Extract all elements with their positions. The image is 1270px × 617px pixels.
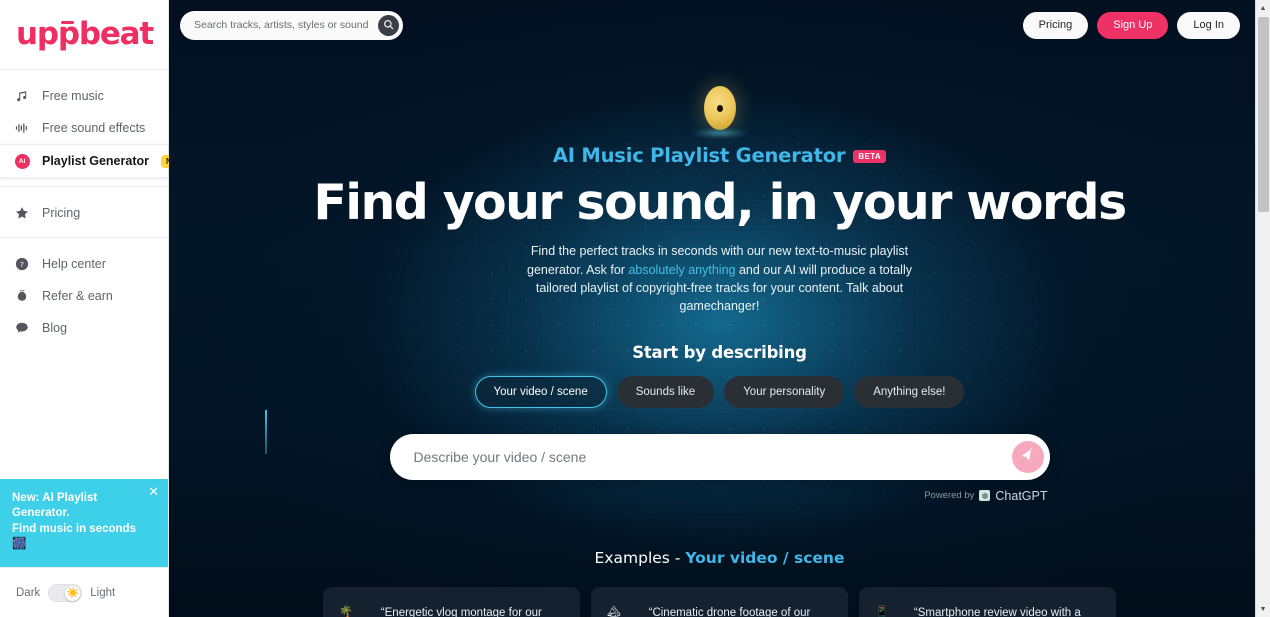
search-box[interactable] xyxy=(180,10,403,40)
hero-subtitle: AI Music Playlist Generator xyxy=(552,144,846,167)
tab-sounds-like[interactable]: Sounds like xyxy=(616,375,715,408)
tab-your-video-scene[interactable]: Your video / scene xyxy=(474,375,607,408)
hero-description: Find the perfect tracks in seconds with … xyxy=(520,242,920,315)
logo[interactable]: uppbeat xyxy=(0,0,168,70)
example-card-text: “Energetic vlog montage for our summer xyxy=(380,606,542,617)
tab-connector-line xyxy=(265,409,267,454)
promo-line-2: Find music in seconds 🎆 xyxy=(12,522,136,551)
mountain-icon: 🏔 xyxy=(607,605,621,617)
prompt-input[interactable] xyxy=(413,448,1012,465)
question-circle-icon: ? xyxy=(14,256,30,272)
absolutely-anything-link[interactable]: absolutely anything xyxy=(628,263,735,277)
promo-line-1: New: AI Playlist Generator. xyxy=(12,491,98,520)
sun-icon: ☀️ xyxy=(65,585,81,601)
page-root: uppbeat Free music Free sound effects AI… xyxy=(0,0,1270,617)
vinyl-record-icon xyxy=(169,76,1270,140)
money-bag-icon xyxy=(14,288,30,304)
ai-badge-text: AI xyxy=(14,153,30,169)
vinyl-disc xyxy=(703,86,736,130)
example-card[interactable]: 📱 “Smartphone review video with a minima… xyxy=(859,586,1116,617)
sidebar-item-help-center[interactable]: ? Help center xyxy=(0,248,168,280)
example-card[interactable]: 🏔 “Cinematic drone footage of our mounta… xyxy=(591,586,848,617)
scroll-up-icon[interactable]: ▲ xyxy=(1255,0,1270,16)
search-input[interactable] xyxy=(194,19,372,31)
smartphone-icon: 📱 xyxy=(875,605,889,617)
scrollbar-thumb[interactable] xyxy=(1257,17,1269,212)
scrollbar-track[interactable] xyxy=(1256,212,1270,601)
start-by-describing-title: Start by describing xyxy=(632,342,807,362)
palm-tree-icon: 🌴 xyxy=(339,605,353,617)
sidebar-nav-tertiary: ? Help center Refer & earn Blog xyxy=(0,237,168,352)
chatgpt-label: ChatGPT xyxy=(995,488,1048,503)
scroll-down-icon[interactable]: ▼ xyxy=(1255,601,1270,617)
powered-by-row: Powered by ChatGPT xyxy=(390,489,1050,503)
logo-macron xyxy=(61,21,74,24)
sidebar: uppbeat Free music Free sound effects AI… xyxy=(0,0,191,617)
tab-anything-else[interactable]: Anything else! xyxy=(854,375,965,408)
sidebar-item-pricing[interactable]: Pricing xyxy=(0,197,168,229)
promo-banner[interactable]: ✕ New: AI Playlist Generator. Find music… xyxy=(0,478,168,567)
theme-dark-label: Dark xyxy=(16,586,41,599)
search-icon xyxy=(383,18,394,33)
sidebar-item-free-music[interactable]: Free music xyxy=(0,80,168,112)
theme-toggle[interactable]: ☀️ xyxy=(48,583,83,602)
pricing-button[interactable]: Pricing xyxy=(1022,11,1089,39)
sidebar-nav-primary: Free music Free sound effects AI Playlis… xyxy=(0,70,191,186)
sidebar-item-free-sound-effects[interactable]: Free sound effects xyxy=(0,112,168,144)
top-bar: Pricing Sign Up Log In xyxy=(169,0,1270,50)
sidebar-item-label: Help center xyxy=(42,257,106,271)
beta-badge: BETA xyxy=(853,150,887,163)
examples-title-prefix: Examples - xyxy=(594,548,686,567)
describe-tabs: Your video / scene Sounds like Your pers… xyxy=(169,375,1270,454)
sidebar-nav-secondary: Pricing xyxy=(0,186,168,237)
close-icon[interactable]: ✕ xyxy=(148,485,159,498)
theme-toggle-row: Dark ☀️ Light xyxy=(0,567,168,617)
paper-plane-icon xyxy=(1021,447,1035,465)
speech-bubble-icon xyxy=(14,320,30,336)
send-button[interactable] xyxy=(1011,440,1044,473)
sidebar-item-refer-earn[interactable]: Refer & earn xyxy=(0,280,168,312)
examples-title: Examples - Your video / scene xyxy=(169,549,1270,567)
logo-text: uppbeat xyxy=(16,16,154,52)
prompt-box[interactable] xyxy=(389,433,1050,480)
theme-light-label: Light xyxy=(90,586,116,599)
star-icon xyxy=(14,205,30,221)
sidebar-item-label: Free music xyxy=(42,89,104,103)
example-cards: 🌴 “Energetic vlog montage for our summer… xyxy=(169,586,1270,617)
prompt-area: Powered by ChatGPT xyxy=(389,433,1050,503)
waveform-icon xyxy=(14,120,30,136)
search-button[interactable] xyxy=(378,14,399,36)
hero-section: AI Music Playlist Generator BETA Find yo… xyxy=(169,50,1270,617)
page-title: Find your sound, in your words xyxy=(313,174,1127,231)
chatgpt-icon xyxy=(979,490,991,502)
example-card-text: “Cinematic drone footage of our mountain… xyxy=(648,606,811,617)
example-card[interactable]: 🌴 “Energetic vlog montage for our summer xyxy=(323,586,580,617)
main-content: Pricing Sign Up Log In AI Music Playlist… xyxy=(169,0,1270,617)
top-actions: Pricing Sign Up Log In xyxy=(1022,11,1240,39)
disc-glow xyxy=(689,128,750,138)
scrollbar[interactable]: ▲ ▼ xyxy=(1255,0,1270,617)
music-note-icon xyxy=(14,88,30,104)
sidebar-item-label: Free sound effects xyxy=(42,121,146,135)
login-button[interactable]: Log In xyxy=(1177,11,1240,39)
sidebar-item-label: Blog xyxy=(42,321,68,335)
powered-by-label: Powered by xyxy=(924,490,975,502)
ai-circle-icon: AI xyxy=(14,153,30,169)
sidebar-item-label: Pricing xyxy=(42,206,81,220)
svg-text:?: ? xyxy=(20,260,24,269)
signup-button[interactable]: Sign Up xyxy=(1097,11,1169,39)
main-inner: Pricing Sign Up Log In AI Music Playlist… xyxy=(169,0,1270,617)
hero-subtitle-row: AI Music Playlist Generator BETA xyxy=(169,144,1270,167)
sidebar-item-label: Playlist Generator xyxy=(42,154,149,168)
sidebar-item-playlist-generator[interactable]: AI Playlist Generator NEW xyxy=(0,144,191,178)
example-card-text: “Smartphone review video with a minimal … xyxy=(913,606,1081,617)
sidebar-item-label: Refer & earn xyxy=(42,289,113,303)
sidebar-item-blog[interactable]: Blog xyxy=(0,312,168,344)
examples-title-highlight: Your video / scene xyxy=(685,548,845,567)
tab-your-personality[interactable]: Your personality xyxy=(724,375,845,408)
